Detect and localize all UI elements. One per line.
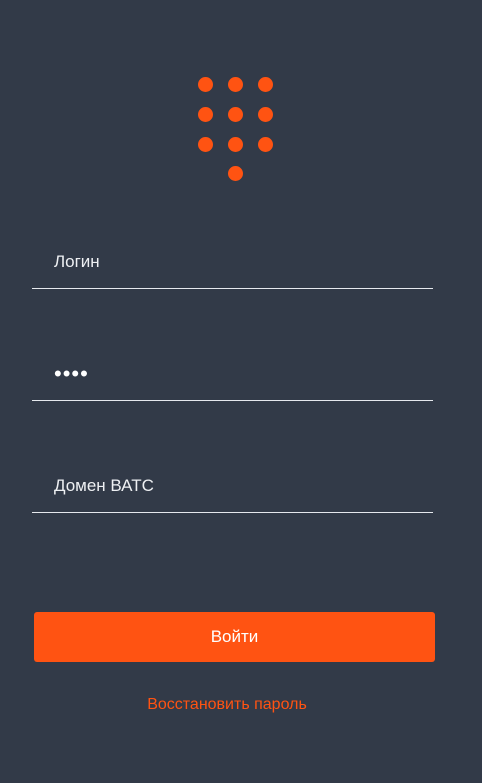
logo-dot	[228, 77, 243, 92]
login-field	[32, 241, 433, 289]
logo-dot	[258, 77, 273, 92]
logo-dot	[228, 166, 243, 181]
logo-dot	[198, 107, 213, 122]
logo-dot	[228, 137, 243, 152]
keypad-logo-icon	[0, 0, 482, 200]
recover-password-link[interactable]: Восстановить пароль	[0, 696, 454, 714]
login-button[interactable]: Войти	[34, 612, 435, 662]
login-input[interactable]	[54, 250, 425, 274]
password-field	[32, 353, 433, 401]
domain-input[interactable]	[54, 474, 425, 498]
logo-dot	[258, 107, 273, 122]
password-input[interactable]	[54, 362, 425, 386]
domain-field	[32, 465, 433, 513]
logo-dot	[258, 137, 273, 152]
logo-dot	[228, 107, 243, 122]
logo-dot	[198, 137, 213, 152]
logo-dot	[198, 77, 213, 92]
